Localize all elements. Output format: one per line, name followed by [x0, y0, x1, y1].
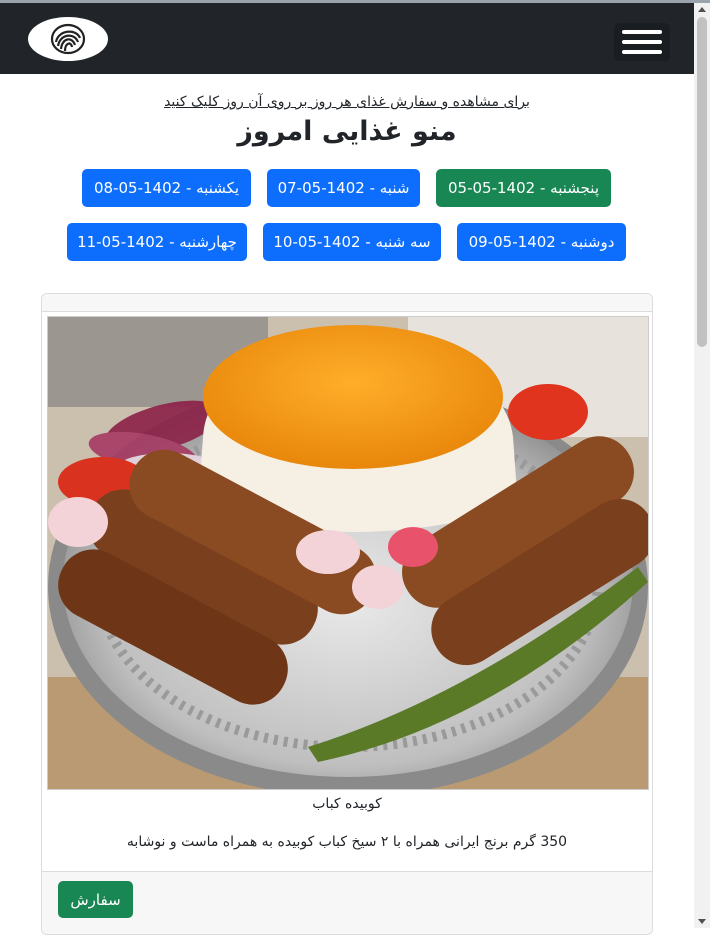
logo[interactable] [28, 17, 108, 61]
day-button-saturday[interactable]: شنبه - 1402-05-07 [267, 169, 420, 207]
scroll-down-arrow-icon[interactable] [698, 919, 706, 924]
card-header [42, 294, 652, 312]
navbar [0, 3, 694, 74]
food-card: کوبیده کباب 350 گرم برنج ایرانی همراه با… [41, 293, 653, 935]
food-name: کوبیده کباب [312, 796, 382, 812]
hamburger-line [622, 50, 662, 54]
spiral-logo-icon [50, 23, 86, 55]
scrollbar-thumb[interactable] [697, 17, 707, 347]
hamburger-line [622, 30, 662, 34]
day-button-monday[interactable]: دوشنبه - 1402-05-09 [457, 223, 626, 261]
instruction-link[interactable]: برای مشاهده و سفارش غذای هر روز بر روی آ… [0, 94, 694, 110]
day-button-wednesday[interactable]: چهارشنبه - 1402-05-11 [67, 223, 247, 261]
order-button[interactable]: سفارش [58, 881, 133, 918]
day-button-sunday[interactable]: یکشنبه - 1402-05-08 [82, 169, 251, 207]
page-title: منو غذایی امروز [237, 116, 457, 147]
card-footer: سفارش [42, 871, 652, 934]
food-description: 350 گرم برنج ایرانی همراه با ۲ سیخ کباب … [126, 834, 568, 850]
page-scrollbar[interactable] [694, 3, 710, 928]
day-button-tuesday[interactable]: سه شنبه - 1402-05-10 [263, 223, 441, 261]
food-image [47, 316, 649, 790]
scroll-up-arrow-icon[interactable] [698, 7, 706, 12]
hamburger-line [622, 40, 662, 44]
menu-toggle-button[interactable] [614, 23, 670, 61]
day-button-thursday[interactable]: پنجشنبه - 1402-05-05 [436, 169, 611, 207]
